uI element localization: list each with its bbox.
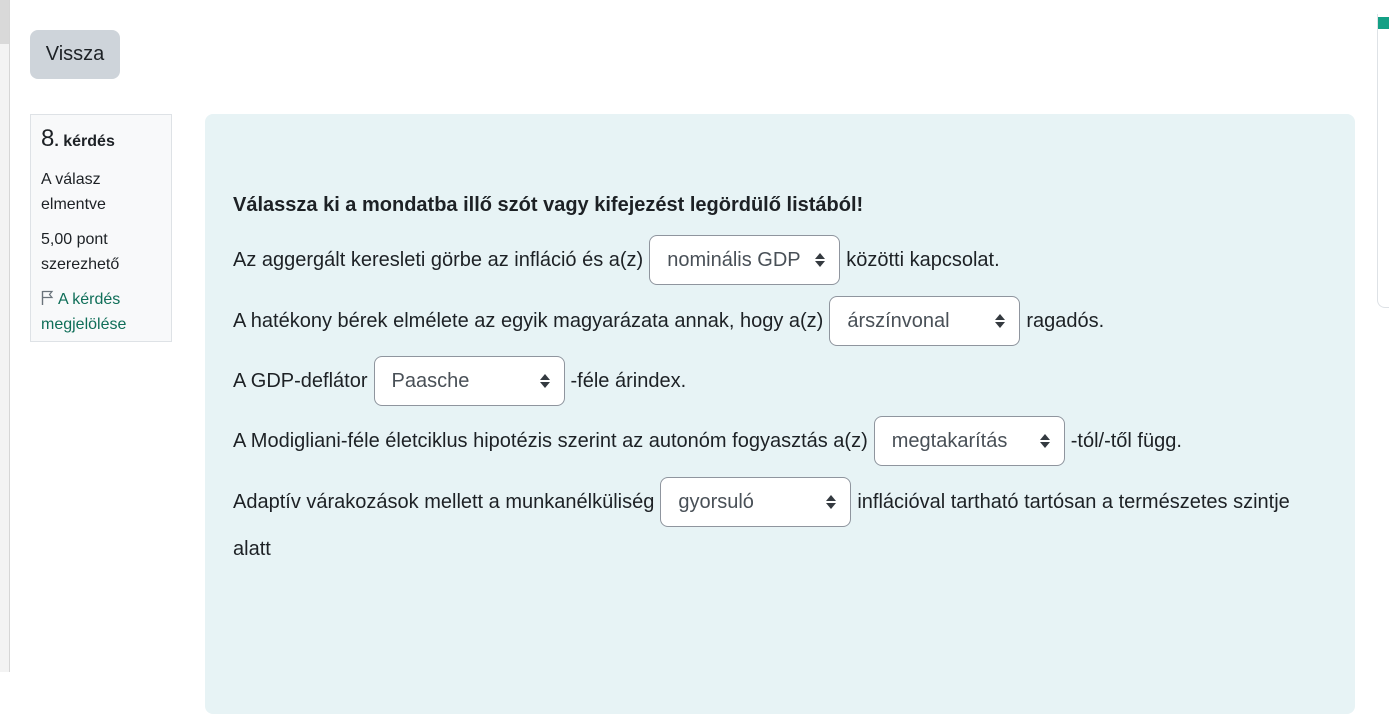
answer-select-1[interactable]: nominális GDP [649, 235, 841, 285]
select-value: megtakarítás [891, 430, 1008, 452]
select-value: árszínvonal [847, 310, 950, 332]
line-text-before: A Modigliani-féle életciklus hipotézis s… [233, 430, 868, 452]
flag-icon [41, 290, 54, 305]
sort-caret-icon [826, 495, 837, 509]
question-number: 8. kérdés [41, 124, 161, 157]
line-text-before: A GDP-deflátor [233, 370, 368, 392]
flag-question-link[interactable]: A kérdés megjelölése [41, 287, 161, 337]
line-text-before: Adaptív várakozások mellett a munkanélkü… [233, 491, 655, 513]
line-text-after: -tól/-től függ. [1070, 430, 1182, 452]
left-edge-strip [0, 0, 10, 672]
question-line-5: Adaptív várakozások mellett a munkanélkü… [233, 477, 1290, 527]
answer-select-4[interactable]: megtakarítás [873, 416, 1065, 466]
question-number-value: 8 [41, 125, 55, 152]
line-text-continuation: alatt [233, 538, 271, 560]
sort-caret-icon [815, 253, 826, 267]
question-line-3: A GDP-deflátor Paasche -féle árindex. [233, 356, 686, 406]
select-value: nominális GDP [667, 249, 801, 271]
select-value: Paasche [391, 370, 470, 392]
line-text-after: közötti kapcsolat. [846, 249, 1000, 271]
answer-status: A válasz elmentve [41, 171, 106, 213]
line-text-before: Az aggergált keresleti görbe az infláció… [233, 249, 644, 271]
left-edge-tab [0, 0, 9, 44]
back-button[interactable]: Vissza [30, 30, 120, 79]
sort-caret-icon [1039, 434, 1050, 448]
line-text-before: A hatékony bérek elmélete az egyik magya… [233, 310, 824, 332]
nav-question-indicator[interactable] [1378, 17, 1389, 29]
select-value: gyorsuló [678, 491, 754, 513]
line-text-after: -féle árindex. [570, 370, 687, 392]
question-line-2: A hatékony bérek elmélete az egyik magya… [233, 296, 1104, 346]
sort-caret-icon [539, 374, 550, 388]
question-number-label: . kérdés [54, 133, 115, 150]
line-text-after: inflációval tartható tartósan a természe… [857, 491, 1290, 513]
question-points: 5,00 pont szerezhető [41, 231, 120, 273]
question-prompt: Válassza ki a mondatba illő szót vagy ki… [233, 194, 864, 216]
question-line-4: A Modigliani-féle életciklus hipotézis s… [233, 416, 1182, 466]
answer-select-3[interactable]: Paasche [373, 356, 565, 406]
question-info-box: 8. kérdés A válasz elmentve 5,00 pont sz… [30, 114, 172, 342]
answer-select-2[interactable]: árszínvonal [829, 296, 1021, 346]
quiz-navigation-edge [1377, 14, 1389, 308]
answer-select-5[interactable]: gyorsuló [660, 477, 852, 527]
question-line-1: Az aggergált keresleti görbe az infláció… [233, 235, 1000, 285]
sort-caret-icon [995, 314, 1006, 328]
line-text-after: ragadós. [1026, 310, 1105, 332]
